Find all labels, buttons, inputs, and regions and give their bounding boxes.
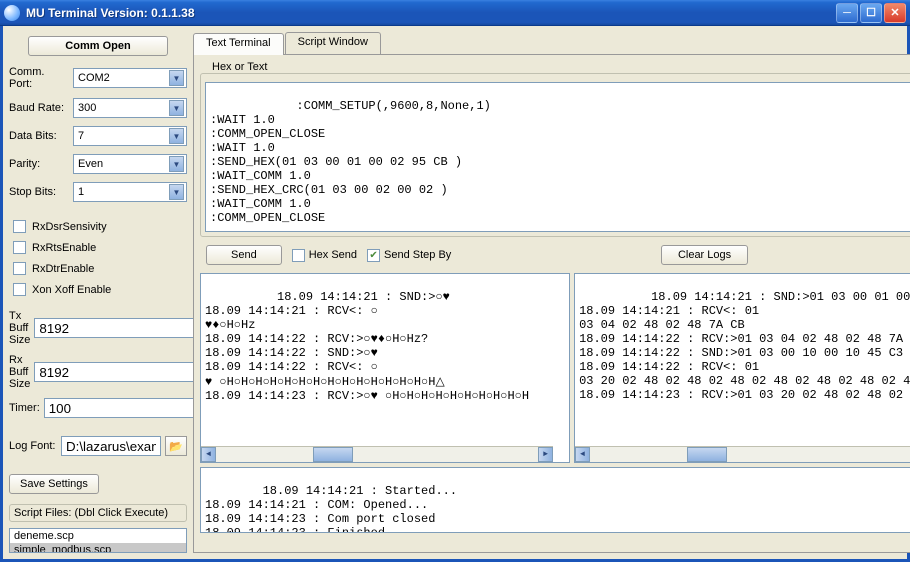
- parity-label: Parity:: [9, 158, 69, 170]
- data-bits-select[interactable]: 7 ▼: [73, 126, 187, 146]
- comm-port-label: Comm. Port:: [9, 66, 69, 90]
- scroll-left-icon[interactable]: ◄: [201, 447, 216, 462]
- hex-send-checkbox[interactable]: [292, 249, 305, 262]
- list-item[interactable]: deneme.scp: [10, 529, 186, 543]
- app-icon: [4, 5, 20, 21]
- baud-rate-select[interactable]: 300 ▼: [73, 98, 187, 118]
- hex-text-area[interactable]: :COMM_SETUP(,9600,8,None,1) :WAIT 1.0 :C…: [205, 82, 910, 232]
- chevron-down-icon: ▼: [169, 100, 184, 116]
- xonxoff-label: Xon Xoff Enable: [32, 284, 111, 296]
- chevron-down-icon: ▼: [169, 156, 184, 172]
- hex-or-text-label: Hex or Text: [208, 61, 271, 73]
- parity-select[interactable]: Even ▼: [73, 154, 187, 174]
- tab-text-terminal[interactable]: Text Terminal: [193, 33, 284, 55]
- timer-label: Timer:: [9, 402, 40, 414]
- rxdsr-checkbox[interactable]: [13, 220, 26, 233]
- save-settings-button[interactable]: Save Settings: [9, 474, 99, 494]
- stop-bits-select[interactable]: 1 ▼: [73, 182, 187, 202]
- status-pane[interactable]: 18.09 14:14:21 : Started... 18.09 14:14:…: [200, 467, 910, 533]
- logfont-input[interactable]: [61, 436, 161, 456]
- maximize-button[interactable]: ☐: [860, 3, 882, 23]
- list-item[interactable]: simple_modbus.scp: [10, 543, 186, 553]
- comm-open-button[interactable]: Comm Open: [28, 36, 168, 56]
- folder-open-button[interactable]: 📂: [165, 436, 187, 456]
- script-files-header: Script Files: (Dbl Click Execute): [9, 504, 187, 522]
- scroll-right-icon[interactable]: ►: [538, 447, 553, 462]
- minimize-button[interactable]: ─: [836, 3, 858, 23]
- horizontal-scrollbar[interactable]: ◄ ►: [201, 446, 553, 462]
- send-button[interactable]: Send: [206, 245, 282, 265]
- comm-port-select[interactable]: COM2 ▼: [73, 68, 187, 88]
- window-title: MU Terminal Version: 0.1.1.38: [26, 6, 836, 20]
- rxdtr-label: RxDtrEnable: [32, 263, 94, 275]
- settings-panel: Comm Open Comm. Port: COM2 ▼ Baud Rate: …: [9, 32, 187, 553]
- send-step-checkbox[interactable]: [367, 249, 380, 262]
- tab-script-window[interactable]: Script Window: [285, 32, 381, 54]
- script-files-list[interactable]: deneme.scp simple_modbus.scp test.scp: [9, 528, 187, 553]
- folder-icon: 📂: [169, 440, 183, 453]
- xonxoff-checkbox[interactable]: [13, 283, 26, 296]
- clear-logs-button[interactable]: Clear Logs: [661, 245, 748, 265]
- log-right-pane[interactable]: 18.09 14:14:21 : SND:>01 03 00 01 00 02 …: [574, 273, 910, 463]
- data-bits-label: Data Bits:: [9, 130, 69, 142]
- chevron-down-icon: ▼: [169, 70, 184, 86]
- logfont-label: Log Font:: [9, 440, 57, 452]
- rxdtr-checkbox[interactable]: [13, 262, 26, 275]
- send-step-label: Send Step By: [384, 249, 451, 261]
- txbuff-label: Tx Buff Size: [9, 310, 30, 346]
- scroll-left-icon[interactable]: ◄: [575, 447, 590, 462]
- horizontal-scrollbar[interactable]: ◄ ►: [575, 446, 910, 462]
- hex-send-label: Hex Send: [309, 249, 357, 261]
- rxdsr-label: RxDsrSensivity: [32, 221, 107, 233]
- titlebar[interactable]: MU Terminal Version: 0.1.1.38 ─ ☐ ✕: [0, 0, 910, 26]
- baud-rate-label: Baud Rate:: [9, 102, 69, 114]
- rxrts-label: RxRtsEnable: [32, 242, 96, 254]
- log-left-pane[interactable]: 18.09 14:14:21 : SND:>○♥ 18.09 14:14:21 …: [200, 273, 570, 463]
- close-button[interactable]: ✕: [884, 3, 906, 23]
- stop-bits-label: Stop Bits:: [9, 186, 69, 198]
- rxrts-checkbox[interactable]: [13, 241, 26, 254]
- rxbuff-label: Rx Buff Size: [9, 354, 30, 390]
- chevron-down-icon: ▼: [169, 184, 184, 200]
- chevron-down-icon: ▼: [169, 128, 184, 144]
